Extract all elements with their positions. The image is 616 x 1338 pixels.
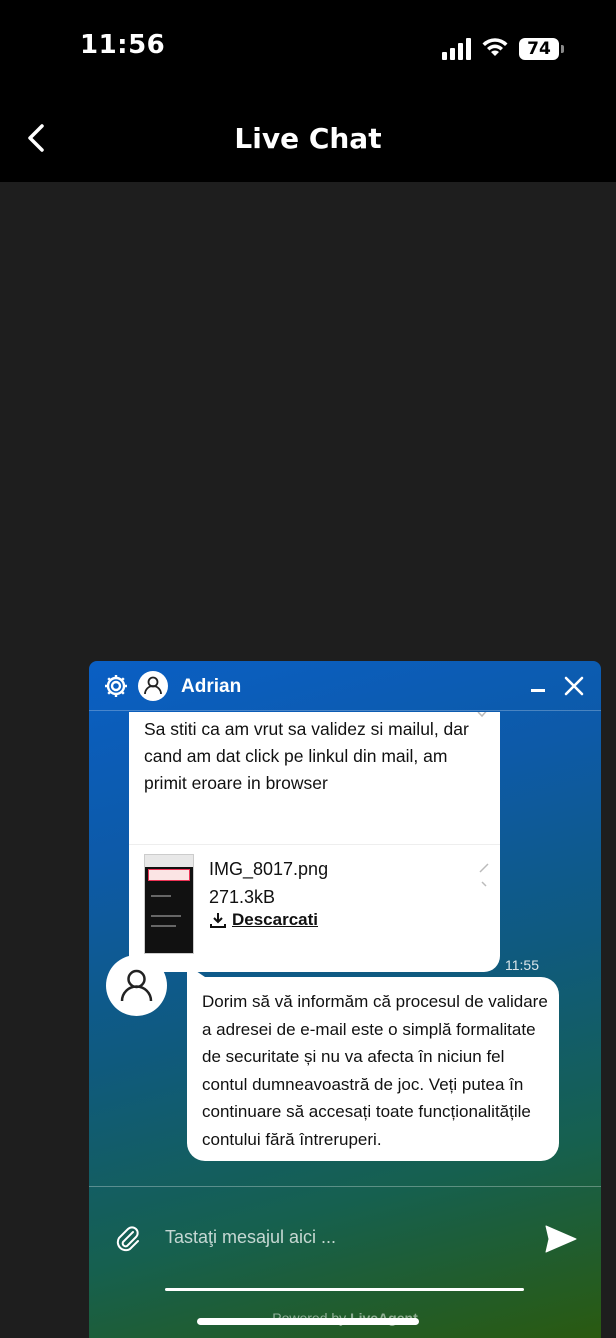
download-icon[interactable]: [209, 911, 227, 929]
attachment-file-size: 271.3kB: [209, 887, 276, 907]
nav-bar: Live Chat: [0, 100, 616, 182]
chat-widget: Adrian Sa stiti ca am vrut sa validez si…: [89, 661, 601, 1338]
battery-icon: 74: [519, 38, 564, 60]
attachment-file-name: IMG_8017.png: [209, 859, 329, 879]
messages-area[interactable]: Sa stiti ca am vrut sa validez si mailul…: [89, 712, 601, 1186]
user-message-bubble: Sa stiti ca am vrut sa validez si mailul…: [129, 712, 500, 972]
status-bar: 11:56 74: [0, 0, 616, 100]
status-time: 11:56: [80, 30, 166, 60]
agent-avatar: [106, 955, 167, 1016]
cellular-signal-icon: [442, 38, 472, 60]
person-icon: [120, 969, 153, 1002]
divider: [129, 844, 500, 845]
paperclip-icon[interactable]: [115, 1224, 141, 1254]
agent-avatar-small: [138, 671, 168, 701]
minimize-button[interactable]: [531, 689, 545, 692]
check-icon: [479, 863, 489, 887]
check-icon: [477, 712, 487, 718]
close-button[interactable]: [563, 675, 585, 697]
page-title: Live Chat: [234, 122, 382, 155]
agent-name: Adrian: [181, 676, 242, 697]
composer-divider: [89, 1186, 601, 1187]
message-input[interactable]: [165, 1221, 535, 1253]
user-message-text: Sa stiti ca am vrut sa validez si mailul…: [144, 719, 469, 793]
download-link[interactable]: Descarcati: [232, 910, 318, 930]
send-icon[interactable]: [544, 1224, 578, 1254]
input-underline: [165, 1288, 524, 1291]
agent-message-bubble: Dorim să vă informăm că procesul de vali…: [187, 965, 559, 1161]
home-indicator[interactable]: [197, 1318, 419, 1325]
wifi-icon: [482, 38, 508, 56]
agent-message-text: Dorim să vă informăm că procesul de vali…: [202, 992, 548, 1149]
widget-header: Adrian: [89, 661, 601, 711]
attachment-thumbnail[interactable]: [144, 854, 194, 954]
person-icon: [144, 676, 162, 695]
message-timestamp: 11:55: [505, 957, 539, 973]
gear-icon[interactable]: [103, 673, 129, 699]
